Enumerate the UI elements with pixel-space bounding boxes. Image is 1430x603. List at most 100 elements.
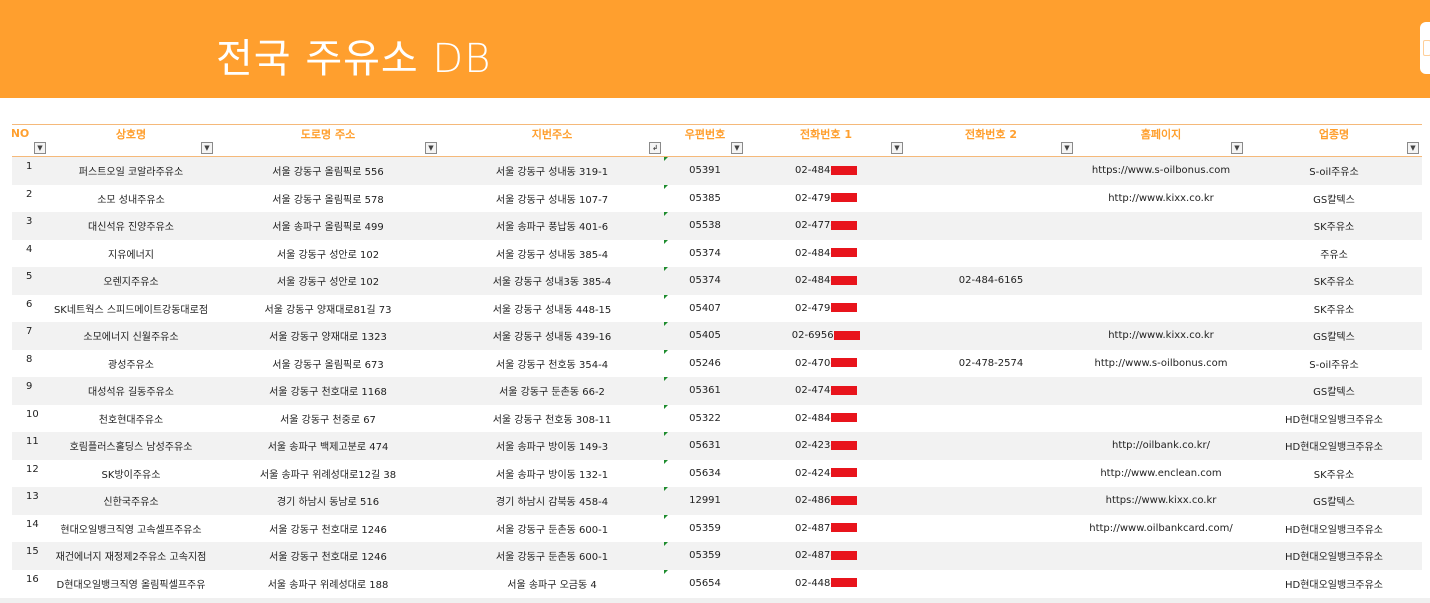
cell-type[interactable]: S-oil주유소 xyxy=(1246,349,1422,377)
cell-web[interactable] xyxy=(1076,542,1246,570)
cell-name[interactable]: 재건에너지 재정제2주유소 고속지점 xyxy=(46,542,216,570)
cell-no[interactable]: 11 xyxy=(12,432,46,460)
cell-web[interactable]: http://www.s-oilbonus.com xyxy=(1076,349,1246,377)
cell-road[interactable]: 서울 강동구 올림픽로 556 xyxy=(216,156,440,185)
cell-type[interactable]: SK주유소 xyxy=(1246,212,1422,240)
cell-type[interactable]: HD현대오일뱅크주유소 xyxy=(1246,514,1422,542)
cell-name[interactable]: 퍼스트오일 코알라주유소 xyxy=(46,156,216,185)
cell-web[interactable]: http://oilbank.co.kr/ xyxy=(1076,432,1246,460)
cell-zip[interactable]: 05359 xyxy=(664,542,746,570)
cell-name[interactable]: 광성주유소 xyxy=(46,349,216,377)
cell-tel1[interactable]: 02-484- xyxy=(746,239,906,267)
cell-road[interactable]: 서울 송파구 위례성대로12길 38 xyxy=(216,459,440,487)
cell-road[interactable]: 서울 강동구 천호대로 1246 xyxy=(216,514,440,542)
cell-tel1[interactable]: 02-479- xyxy=(746,294,906,322)
table-row[interactable]: 10 천호현대주유소 서울 강동구 천중로 67 서울 강동구 천호동 308-11 0… xyxy=(12,404,1422,432)
cell-road[interactable]: 경기 하남시 동남로 516 xyxy=(216,487,440,515)
cell-web[interactable]: http://www.kixx.co.kr xyxy=(1076,322,1246,350)
sort-filter-icon[interactable]: ↲ xyxy=(649,142,661,154)
cell-web[interactable] xyxy=(1076,377,1246,405)
cell-zip[interactable]: 05654 xyxy=(664,569,746,597)
cell-no[interactable]: 5 xyxy=(12,267,46,295)
table-row[interactable]: 11 호림플러스홀딩스 남성주유소 서울 송파구 백제고분로 474 서울 송파구 방… xyxy=(12,432,1422,460)
cell-name[interactable]: 천호현대주유소 xyxy=(46,404,216,432)
cell-name[interactable]: 지유에너지 xyxy=(46,239,216,267)
cell-type[interactable]: SK주유소 xyxy=(1246,294,1422,322)
cell-tel2[interactable] xyxy=(906,239,1076,267)
cell-road[interactable]: 서울 강동구 천호대로 1168 xyxy=(216,377,440,405)
cell-zip[interactable]: 05359 xyxy=(664,514,746,542)
cell-road[interactable]: 서울 강동구 양재대로 1323 xyxy=(216,322,440,350)
cell-name[interactable]: D현대오일뱅크직영 올림픽셀프주유 xyxy=(46,569,216,597)
cell-lot[interactable]: 서울 강동구 둔촌동 66-2 xyxy=(440,377,664,405)
cell-tel1[interactable]: 02-424- xyxy=(746,459,906,487)
cell-lot[interactable]: 서울 강동구 성내동 439-16 xyxy=(440,322,664,350)
cell-tel2[interactable]: 02-478-2574 xyxy=(906,349,1076,377)
table-row[interactable]: 8 광성주유소 서울 강동구 올림픽로 673 서울 강동구 천호동 354-4 052… xyxy=(12,349,1422,377)
cell-name[interactable]: SK방이주유소 xyxy=(46,459,216,487)
cell-tel2[interactable] xyxy=(906,459,1076,487)
cell-tel1[interactable]: 02-448- xyxy=(746,569,906,597)
cell-no[interactable]: 2 xyxy=(12,184,46,212)
dropdown-arrow-icon[interactable]: ▼ xyxy=(1231,142,1243,154)
table-row[interactable]: 14 현대오일뱅크직영 고속셀프주유소 서울 강동구 천호대로 1246 서울 강동구… xyxy=(12,514,1422,542)
horizontal-scrollbar[interactable] xyxy=(0,598,1430,603)
cell-name[interactable]: 오렌지주유소 xyxy=(46,267,216,295)
cell-type[interactable]: HD현대오일뱅크주유소 xyxy=(1246,432,1422,460)
dropdown-arrow-icon[interactable]: ▼ xyxy=(1061,142,1073,154)
cell-web[interactable]: https://www.kixx.co.kr xyxy=(1076,487,1246,515)
cell-lot[interactable]: 서울 강동구 성내3동 385-4 xyxy=(440,267,664,295)
cell-lot[interactable]: 서울 송파구 풍납동 401-6 xyxy=(440,212,664,240)
dropdown-arrow-icon[interactable]: ▼ xyxy=(34,142,46,154)
cell-no[interactable]: 13 xyxy=(12,487,46,515)
cell-type[interactable]: GS칼텍스 xyxy=(1246,322,1422,350)
cell-road[interactable]: 서울 강동구 천중로 67 xyxy=(216,404,440,432)
cell-tel2[interactable] xyxy=(906,294,1076,322)
cell-zip[interactable]: 05246 xyxy=(664,349,746,377)
table-row[interactable]: 16 D현대오일뱅크직영 올림픽셀프주유 서울 송파구 위례성대로 188 서울 송파… xyxy=(12,569,1422,597)
cell-tel1[interactable]: 02-474- xyxy=(746,377,906,405)
cell-tel2[interactable] xyxy=(906,404,1076,432)
cell-lot[interactable]: 경기 하남시 감북동 458-4 xyxy=(440,487,664,515)
cell-road[interactable]: 서울 강동구 성안로 102 xyxy=(216,239,440,267)
cell-no[interactable]: 1 xyxy=(12,156,46,185)
cell-tel2[interactable] xyxy=(906,514,1076,542)
table-row[interactable]: 2 소모 성내주유소 서울 강동구 올림픽로 578 서울 강동구 성내동 107-7… xyxy=(12,184,1422,212)
cell-tel2[interactable] xyxy=(906,184,1076,212)
cell-web[interactable] xyxy=(1076,239,1246,267)
cell-lot[interactable]: 서울 강동구 성내동 448-15 xyxy=(440,294,664,322)
cell-tel2[interactable] xyxy=(906,377,1076,405)
table-row[interactable]: 5 오렌지주유소 서울 강동구 성안로 102 서울 강동구 성내3동 385-4 05… xyxy=(12,267,1422,295)
table-row[interactable]: 9 대성석유 길동주유소 서울 강동구 천호대로 1168 서울 강동구 둔촌동 66… xyxy=(12,377,1422,405)
cell-no[interactable]: 12 xyxy=(12,459,46,487)
cell-road[interactable]: 서울 송파구 백제고분로 474 xyxy=(216,432,440,460)
cell-tel1[interactable]: 02-470- xyxy=(746,349,906,377)
cell-road[interactable]: 서울 강동구 올림픽로 578 xyxy=(216,184,440,212)
cell-zip[interactable]: 05634 xyxy=(664,459,746,487)
table-row[interactable]: 1 퍼스트오일 코알라주유소 서울 강동구 올림픽로 556 서울 강동구 성내동 3… xyxy=(12,156,1422,185)
cell-no[interactable]: 10 xyxy=(12,404,46,432)
cell-lot[interactable]: 서울 강동구 성내동 319-1 xyxy=(440,156,664,185)
cell-tel1[interactable]: 02-484- xyxy=(746,156,906,185)
cell-no[interactable]: 14 xyxy=(12,514,46,542)
cell-type[interactable]: HD현대오일뱅크주유소 xyxy=(1246,404,1422,432)
cell-tel1[interactable]: 02-423- xyxy=(746,432,906,460)
dropdown-arrow-icon[interactable]: ▼ xyxy=(891,142,903,154)
cell-lot[interactable]: 서울 송파구 방이동 149-3 xyxy=(440,432,664,460)
cell-zip[interactable]: 05405 xyxy=(664,322,746,350)
cell-name[interactable]: 대성석유 길동주유소 xyxy=(46,377,216,405)
cell-no[interactable]: 9 xyxy=(12,377,46,405)
cell-web[interactable]: http://www.enclean.com xyxy=(1076,459,1246,487)
table-row[interactable]: 4 지유에너지 서울 강동구 성안로 102 서울 강동구 성내동 385-4 0537… xyxy=(12,239,1422,267)
cell-tel1[interactable]: 02-484- xyxy=(746,267,906,295)
cell-name[interactable]: 소모 성내주유소 xyxy=(46,184,216,212)
cell-lot[interactable]: 서울 송파구 방이동 132-1 xyxy=(440,459,664,487)
cell-tel1[interactable]: 02-487- xyxy=(746,542,906,570)
cell-no[interactable]: 15 xyxy=(12,542,46,570)
table-row[interactable]: 3 대신석유 진양주유소 서울 송파구 올림픽로 499 서울 송파구 풍납동 401… xyxy=(12,212,1422,240)
cell-type[interactable]: SK주유소 xyxy=(1246,459,1422,487)
shape-handle[interactable] xyxy=(1420,22,1430,74)
cell-type[interactable]: 주유소 xyxy=(1246,239,1422,267)
dropdown-arrow-icon[interactable]: ▼ xyxy=(201,142,213,154)
cell-lot[interactable]: 서울 강동구 성내동 385-4 xyxy=(440,239,664,267)
